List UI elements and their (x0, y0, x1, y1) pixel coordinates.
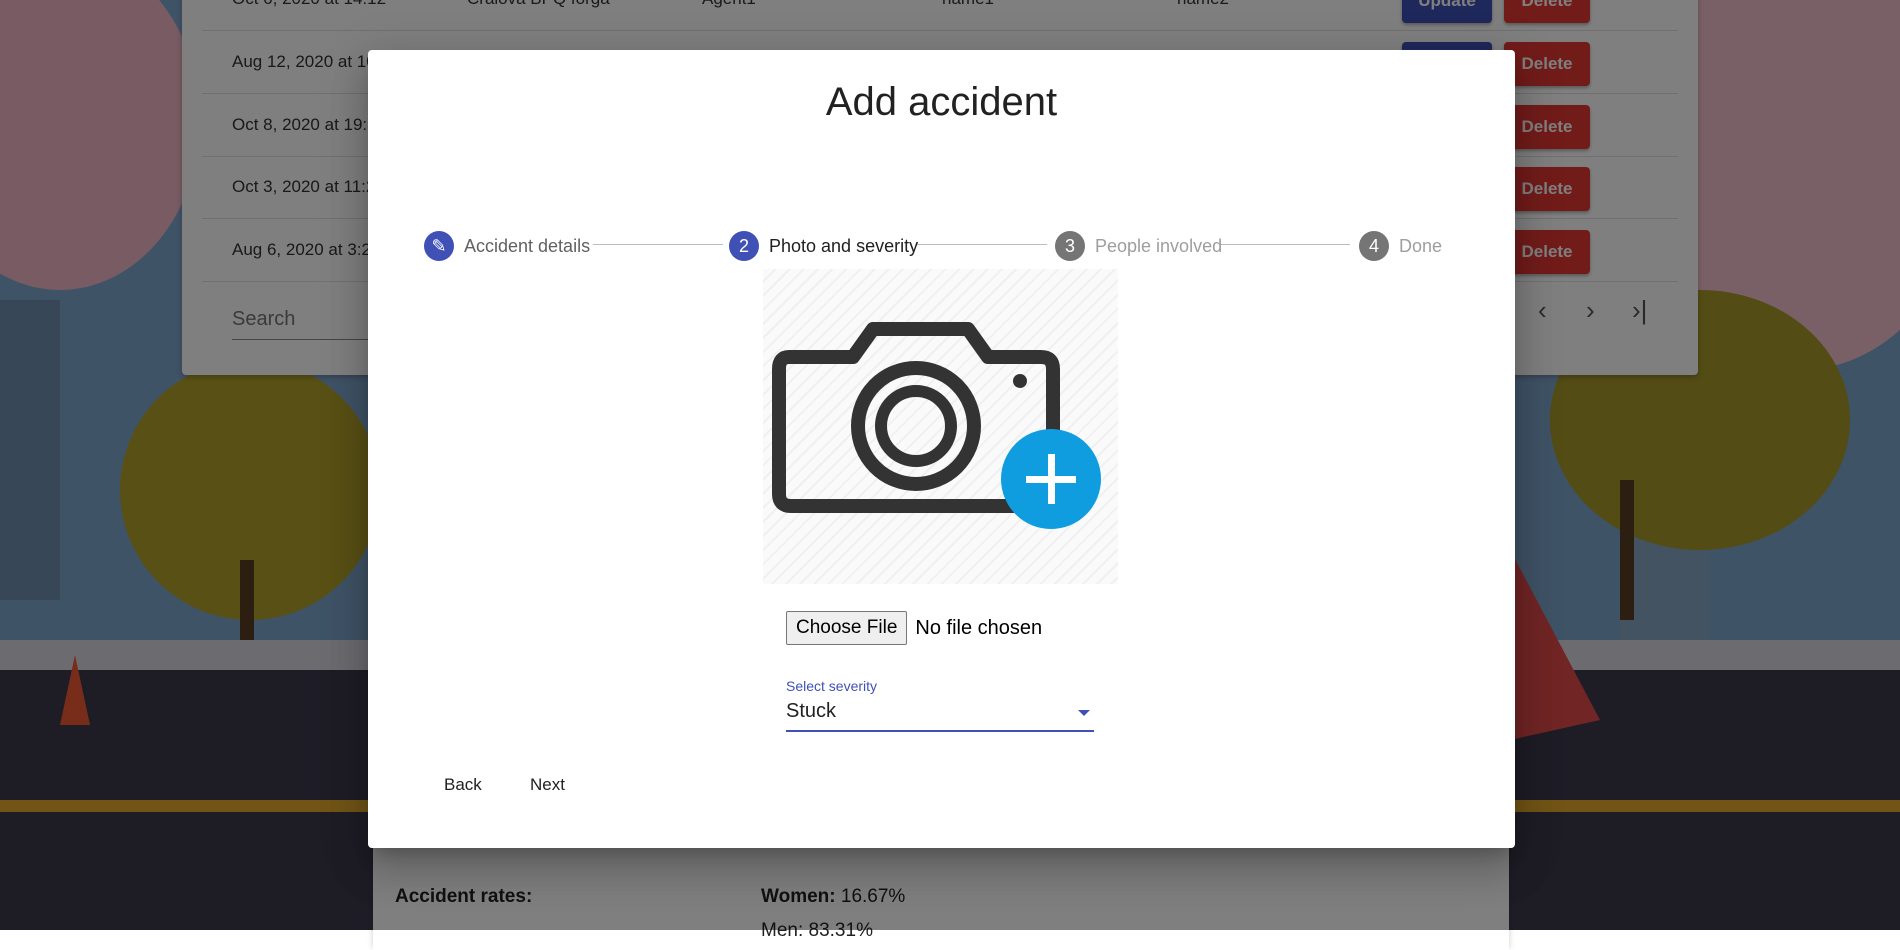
step-label: Done (1399, 235, 1443, 256)
step-label: People involved (1095, 235, 1223, 256)
photo-upload-area[interactable] (763, 269, 1118, 584)
file-status: No file chosen (915, 616, 1043, 639)
stepper: ✎ Accident details 2 Photo and severity … (368, 178, 1515, 261)
step-connector (1220, 244, 1350, 245)
step-connector (593, 244, 723, 245)
step-number: 3 (1055, 231, 1085, 261)
step-accident-details[interactable]: ✎ Accident details (424, 230, 590, 262)
severity-value: Stuck (786, 700, 837, 722)
step-label: Photo and severity (769, 235, 919, 256)
back-button[interactable]: Back (430, 767, 496, 803)
severity-value-container[interactable]: Stuck (786, 700, 1094, 732)
choose-file-button[interactable]: Choose File (786, 611, 908, 645)
step-label: Accident details (464, 235, 591, 256)
step-done[interactable]: 4 Done (1359, 230, 1442, 262)
file-input[interactable]: Choose File No file chosen (786, 608, 1042, 648)
edit-icon: ✎ (424, 231, 454, 261)
severity-label: Select severity (786, 678, 878, 694)
step-number: 4 (1359, 231, 1389, 261)
add-accident-dialog: Add accident ✎ Accident details 2 Photo … (368, 50, 1515, 848)
step-number: 2 (729, 231, 759, 261)
severity-select[interactable]: Select severity Stuck (786, 678, 1094, 732)
dropdown-arrow-icon (1078, 710, 1090, 716)
dialog-title: Add accident (825, 80, 1058, 124)
step-people-involved[interactable]: 3 People involved (1055, 230, 1222, 262)
next-button[interactable]: Next (516, 767, 579, 803)
step-connector (917, 244, 1047, 245)
add-photo-icon (772, 322, 1101, 529)
step-photo-and-severity[interactable]: 2 Photo and severity (729, 230, 918, 262)
